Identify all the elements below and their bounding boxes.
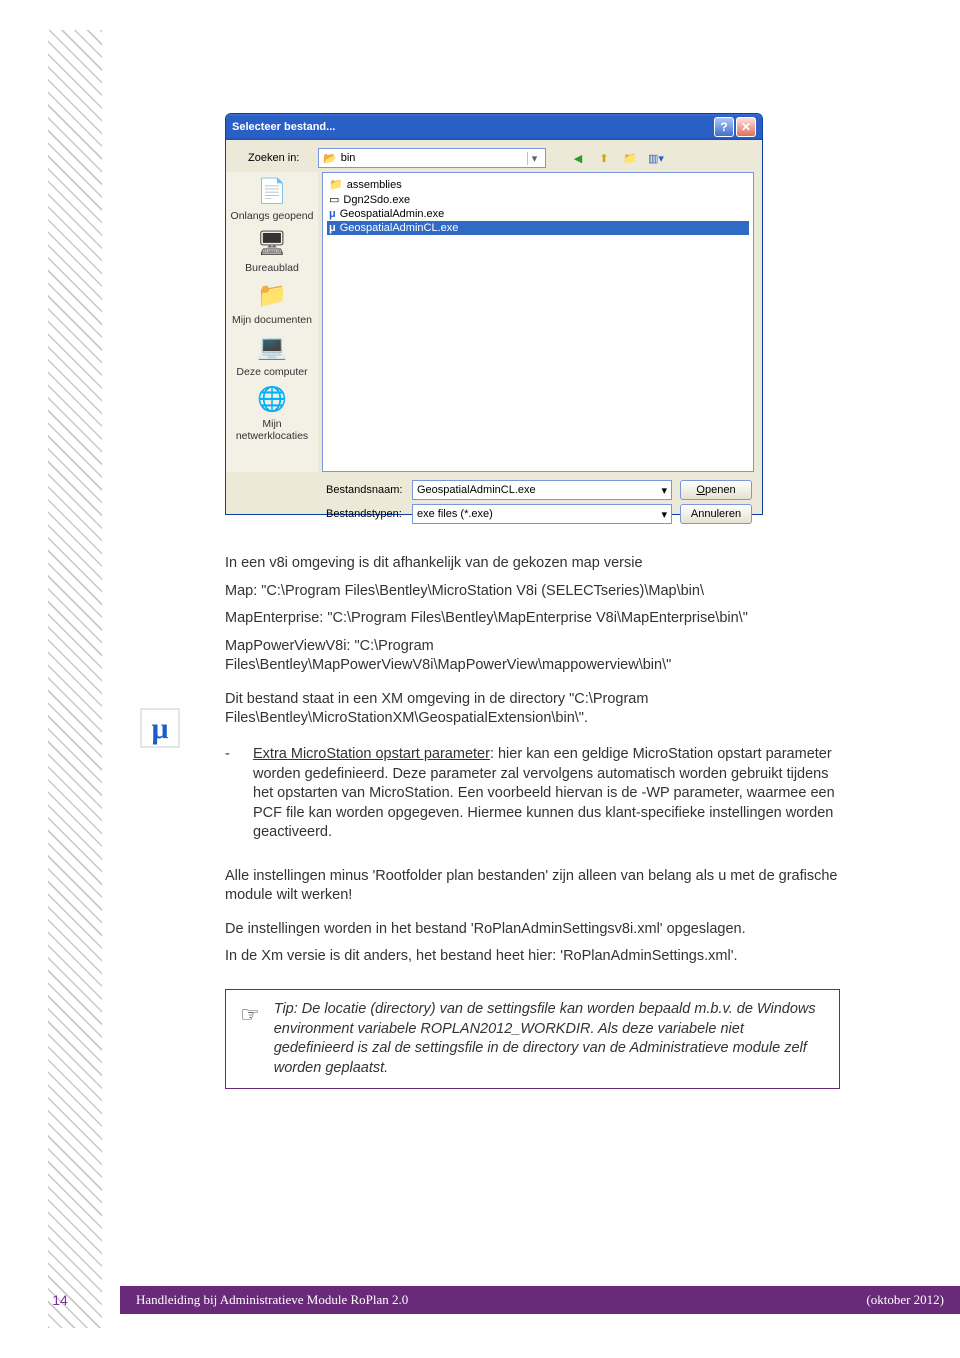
tip-box: ☞ Tip: De locatie (directory) van de set… [225,989,840,1089]
paragraph: Extra MicroStation opstart parameter: hi… [253,745,840,843]
up-folder-icon[interactable]: ⬆ [594,148,614,168]
cancel-button[interactable]: Annuleren [680,504,752,524]
svg-text:μ: μ [151,712,168,745]
open-button[interactable]: Openen [680,480,752,500]
chevron-down-icon: ▾ [661,484,667,497]
mu-icon: μ [329,208,336,220]
mu-icon: μ [329,222,336,234]
view-menu-icon[interactable]: ▥▾ [646,148,666,168]
dialog-title: Selecteer bestand... [232,121,712,133]
dialog-close-button[interactable]: ✕ [736,117,756,137]
list-item[interactable]: ▭Dgn2Sdo.exe [327,192,749,207]
place-desktop[interactable]: 🖥Bureaublad [245,226,299,274]
places-bar: 📄Onlangs geopend 🖥Bureaublad 📁Mijn docum… [226,172,318,472]
lookup-row: Zoeken in: 📂 bin ▾ ◀ ⬆ 📁 ▥▾ [226,140,762,172]
zoeken-in-label: Zoeken in: [248,152,312,164]
page-hatch-decoration [48,30,102,1328]
dialog-help-button[interactable]: ? [714,117,734,137]
filetype-label: Bestandstypen: [326,508,404,520]
paragraph: De instellingen worden in het bestand 'R… [225,920,840,940]
place-network[interactable]: 🌐Mijn netwerklocaties [226,382,318,442]
bullet-row: - Extra MicroStation opstart parameter: … [225,745,840,851]
page-footer: 14 Handleiding bij Administratieve Modul… [0,1286,960,1314]
chevron-down-icon: ▾ [661,508,667,521]
paragraph: Dit bestand staat in een XM omgeving in … [225,690,840,729]
pointing-hand-icon: ☞ [240,1000,260,1078]
new-folder-icon[interactable]: 📁 [620,148,640,168]
file-list[interactable]: 📁assemblies ▭Dgn2Sdo.exe μGeospatialAdmi… [322,172,754,472]
bullet-heading: Extra MicroStation opstart parameter [253,746,490,762]
exe-icon: ▭ [329,193,339,206]
paragraph: Alle instellingen minus 'Rootfolder plan… [225,867,840,906]
zoeken-in-value: bin [341,152,523,164]
filename-input[interactable]: GeospatialAdminCL.exe▾ [412,480,672,500]
filename-label: Bestandsnaam: [326,484,404,496]
file-open-dialog: Selecteer bestand... ? ✕ Zoeken in: 📂 bi… [225,113,763,515]
folder-icon: 📁 [329,178,343,191]
footer-title: Handleiding bij Administratieve Module R… [136,1292,408,1308]
dialog-title-bar: Selecteer bestand... ? ✕ [226,114,762,140]
zoeken-in-combo[interactable]: 📂 bin ▾ [318,148,546,168]
paragraph: MapPowerViewV8i: "C:\Program Files\Bentl… [225,637,840,676]
place-documents[interactable]: 📁Mijn documenten [232,278,312,326]
back-icon[interactable]: ◀ [568,148,588,168]
paragraph: MapEnterprise: "C:\Program Files\Bentley… [225,609,840,629]
chevron-down-icon: ▾ [527,152,541,165]
place-recent[interactable]: 📄Onlangs geopend [231,174,314,222]
page-number: 14 [0,1292,120,1308]
list-item[interactable]: μGeospatialAdminCL.exe [327,221,749,235]
tip-text: Tip: De locatie (directory) van de setti… [274,1000,825,1078]
document-body: In een v8i omgeving is dit afhankelijk v… [225,554,840,1089]
list-item[interactable]: 📁assemblies [327,177,749,192]
list-item[interactable]: μGeospatialAdmin.exe [327,207,749,221]
place-computer[interactable]: 💻Deze computer [236,330,307,378]
microstation-mu-icon: μ [140,708,180,748]
paragraph: Map: "C:\Program Files\Bentley\MicroStat… [225,582,840,602]
folder-open-icon: 📂 [323,152,337,165]
filetype-combo[interactable]: exe files (*.exe)▾ [412,504,672,524]
paragraph: In een v8i omgeving is dit afhankelijk v… [225,554,840,574]
paragraph: In de Xm versie is dit anders, het besta… [225,947,840,967]
footer-date: (oktober 2012) [866,1292,944,1308]
